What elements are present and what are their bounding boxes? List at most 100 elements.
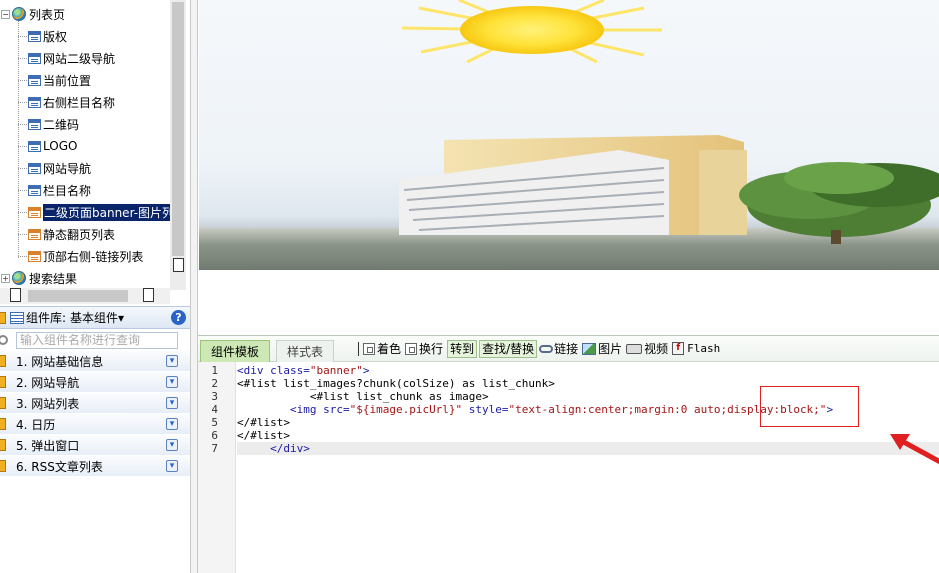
- tree-connector-line: [18, 190, 27, 191]
- code-line[interactable]: <img src="${image.picUrl}" style="text-a…: [237, 403, 833, 416]
- scroll-end-box[interactable]: [143, 288, 154, 302]
- tree-node-component[interactable]: 当前位置: [28, 70, 91, 90]
- insert-flash-button[interactable]: f Flash: [672, 342, 720, 355]
- code-token: <img: [237, 403, 324, 416]
- component-box-icon: [0, 418, 6, 430]
- tree-node-component[interactable]: 网站二级导航: [28, 48, 115, 68]
- component-category-row[interactable]: 2. 网站导航 ▾: [0, 372, 190, 393]
- component-category-label: 4. 日历: [16, 417, 56, 432]
- line-number: 6: [211, 429, 218, 442]
- component-doc-icon: [28, 206, 41, 218]
- component-category-row[interactable]: 5. 弹出窗口 ▾: [0, 435, 190, 456]
- code-line[interactable]: </#list>: [237, 429, 290, 442]
- component-box-icon: [0, 376, 6, 388]
- panel-splitter[interactable]: [190, 0, 198, 573]
- component-search-input[interactable]: [16, 331, 178, 349]
- code-token: <#list list_images?chunk(colSize) as lis…: [237, 377, 555, 390]
- tree-horizontal-scroll-thumb[interactable]: [28, 290, 128, 302]
- component-category-label: 5. 弹出窗口: [16, 438, 80, 453]
- tree-vertical-scroll-thumb[interactable]: [172, 2, 184, 256]
- component-doc-icon: [28, 250, 41, 262]
- tree-node-label: 网站导航: [43, 161, 92, 176]
- image-icon: [582, 342, 597, 355]
- code-token: class=: [270, 364, 310, 377]
- tree-node-component[interactable]: 顶部右侧-链接列表: [28, 246, 143, 266]
- tab-stylesheet[interactable]: 样式表: [276, 339, 335, 362]
- tree-connector-line: [18, 36, 27, 37]
- tree-node-component[interactable]: LOGO: [28, 136, 77, 156]
- component-category-row[interactable]: 1. 网站基础信息 ▾: [0, 351, 190, 372]
- tree-node-label: 右侧栏目名称: [43, 95, 116, 110]
- preview-blank-area: [199, 270, 939, 335]
- component-box-icon: [0, 397, 6, 409]
- table-icon: [10, 311, 24, 324]
- code-token: "banner": [309, 364, 363, 377]
- line-number: 5: [211, 416, 218, 429]
- tree-node-label: 搜索结果: [29, 271, 78, 286]
- line-wrap-toggle[interactable]: 换行: [405, 340, 443, 357]
- tab-label: 组件模板: [211, 344, 260, 359]
- code-token: "${image.picUrl}": [349, 403, 463, 416]
- code-line[interactable]: </div>: [237, 442, 939, 455]
- expand-down-icon[interactable]: ▾: [166, 397, 178, 409]
- checkbox-icon: [363, 342, 376, 355]
- tree-node-component[interactable]: 网站导航: [28, 158, 91, 178]
- tree-node-component[interactable]: 静态翻页列表: [28, 224, 115, 244]
- insert-link-label: 链接: [554, 342, 579, 356]
- expand-down-icon[interactable]: ▾: [166, 418, 178, 430]
- expand-down-icon[interactable]: ▾: [166, 460, 178, 472]
- component-library-panel: 组件库: 基本组件▾ ? 1. 网站基础信息▾2. 网站导航▾3. 网站列表▾4…: [0, 306, 190, 573]
- tree-connector-line: [18, 168, 27, 169]
- tab-component-template[interactable]: 组件模板: [200, 339, 271, 362]
- goto-line-button[interactable]: 转到: [447, 339, 478, 358]
- code-token: <#list list_chunk as image>: [237, 390, 489, 403]
- code-token: </div>: [237, 442, 310, 455]
- globe-page-icon: [12, 7, 26, 21]
- insert-image-button[interactable]: 图片: [582, 340, 622, 357]
- component-doc-icon: [28, 74, 41, 86]
- component-box-icon: [0, 355, 6, 367]
- tree-node-component[interactable]: 右侧栏目名称: [28, 92, 115, 112]
- component-category-row[interactable]: 6. RSS文章列表 ▾: [0, 456, 190, 477]
- annotation-highlight-box: [760, 386, 859, 427]
- component-category-row[interactable]: 4. 日历 ▾: [0, 414, 190, 435]
- code-token: >: [362, 364, 370, 377]
- find-replace-button[interactable]: 查找/替换: [479, 339, 538, 358]
- code-line[interactable]: </#list>: [237, 416, 290, 429]
- tree-node-label: 二级页面banner-图片列: [43, 203, 176, 221]
- syntax-color-label: 着色: [377, 342, 402, 356]
- tree-node-search-results[interactable]: + 搜索结果: [0, 268, 77, 288]
- tree-node-label: 二维码: [43, 117, 80, 132]
- code-line[interactable]: <#list list_images?chunk(colSize) as lis…: [237, 377, 555, 390]
- component-doc-icon: [28, 30, 41, 42]
- code-line[interactable]: <#list list_chunk as image>: [237, 390, 489, 403]
- scroll-end-box[interactable]: [173, 258, 184, 272]
- tree-node-component[interactable]: 二级页面banner-图片列: [28, 202, 176, 222]
- tree-node-component[interactable]: 版权: [28, 26, 67, 46]
- code-editor[interactable]: 1234567 <div class="banner"> <#list list_…: [198, 362, 939, 573]
- search-icon: [0, 335, 8, 345]
- expand-down-icon[interactable]: ▾: [166, 355, 178, 367]
- tree-node-label: 列表页: [29, 7, 66, 22]
- link-icon: [539, 344, 554, 353]
- scroll-start-box[interactable]: [10, 288, 21, 302]
- insert-link-button[interactable]: 链接: [539, 340, 578, 357]
- component-set-dropdown[interactable]: 基本组件▾: [70, 309, 124, 326]
- collapse-toggle-icon[interactable]: −: [1, 9, 10, 19]
- insert-video-button[interactable]: 视频: [626, 340, 668, 357]
- tab-label: 样式表: [287, 344, 324, 359]
- tree-node-component[interactable]: 二维码: [28, 114, 79, 134]
- code-line[interactable]: <div class="banner">: [237, 364, 369, 377]
- expand-toggle-icon[interactable]: +: [1, 273, 10, 283]
- tree-node-component[interactable]: 栏目名称: [28, 180, 91, 200]
- tree-node-list-page[interactable]: − 列表页: [0, 4, 65, 24]
- expand-down-icon[interactable]: ▾: [166, 376, 178, 388]
- component-box-icon: [0, 460, 6, 472]
- syntax-color-toggle[interactable]: 着色: [363, 340, 401, 357]
- help-icon[interactable]: ?: [171, 310, 186, 325]
- expand-down-icon[interactable]: ▾: [166, 439, 178, 451]
- component-category-row[interactable]: 3. 网站列表 ▾: [0, 393, 190, 414]
- component-doc-icon: [28, 52, 41, 64]
- video-icon: [626, 343, 643, 354]
- tree-connector-line: [18, 58, 27, 59]
